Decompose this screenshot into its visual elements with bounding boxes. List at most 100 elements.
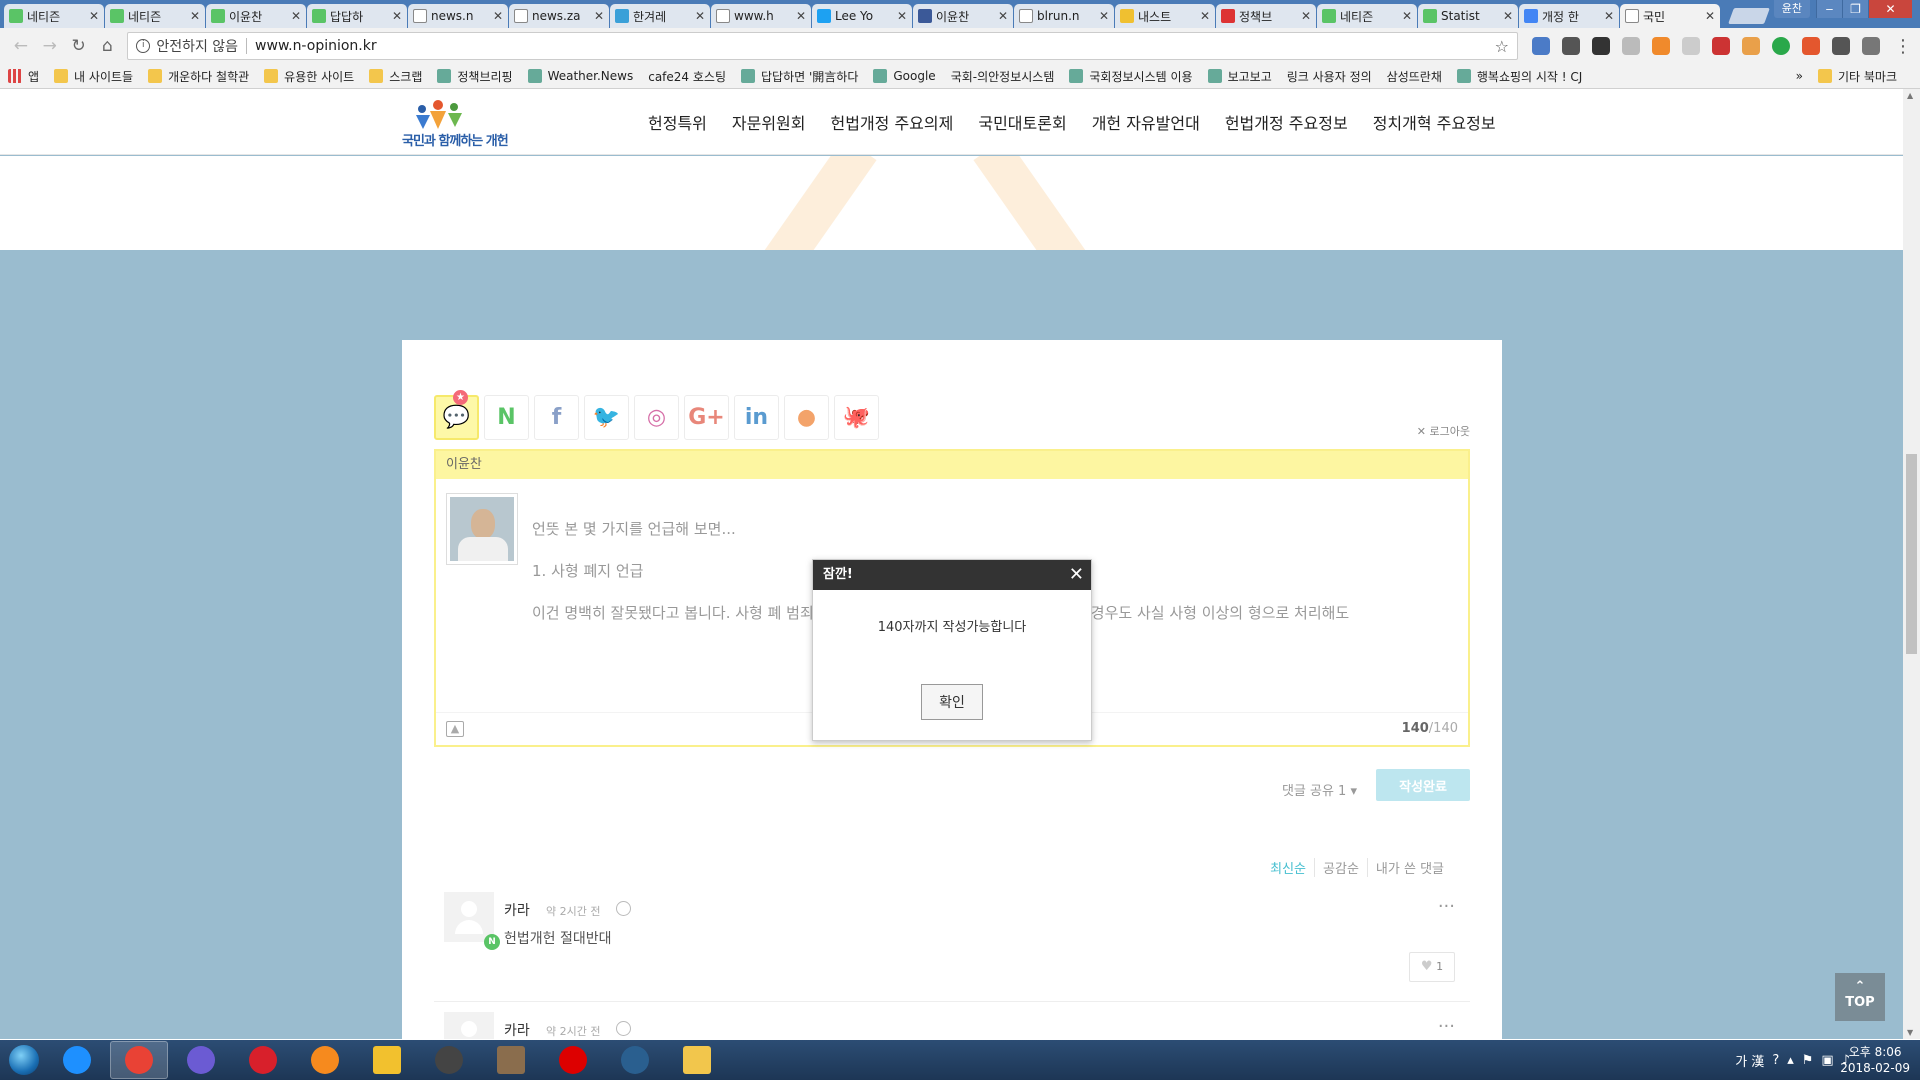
browser-tab[interactable]: 내스트 ✕ — [1115, 4, 1215, 28]
close-icon[interactable]: ✕ — [1604, 9, 1614, 23]
bookmark-item[interactable]: 내 사이트들 — [54, 68, 133, 85]
github-login-button[interactable]: 🐙 — [834, 395, 879, 440]
address-bar[interactable]: i 안전하지 않음 www.n-opinion.kr ☆ — [127, 32, 1519, 60]
sort-likes[interactable]: 공감순 — [1314, 858, 1367, 877]
browser-tab[interactable]: news.za ✕ — [509, 4, 609, 28]
minimize-icon[interactable]: ‒ — [1816, 0, 1842, 18]
extension-icon[interactable] — [1532, 37, 1551, 55]
close-icon[interactable]: ✕ — [1705, 9, 1715, 23]
close-icon[interactable]: ✕ — [998, 9, 1008, 23]
browser-tab[interactable]: 정책브 ✕ — [1216, 4, 1316, 28]
sort-mine[interactable]: 내가 쓴 댓글 — [1366, 858, 1452, 877]
other-bookmarks[interactable]: 기타 북마크 — [1817, 68, 1897, 85]
maximize-icon[interactable]: ❐ — [1842, 0, 1868, 18]
instagram-login-button[interactable]: ◎ — [634, 395, 679, 440]
scroll-top-button[interactable]: ⌃ TOP — [1835, 973, 1885, 1021]
close-icon[interactable]: ✕ — [1099, 9, 1109, 23]
linkedin-login-button[interactable]: in — [734, 395, 779, 440]
extension-icon[interactable] — [1802, 37, 1821, 55]
browser-tab[interactable]: 이윤찬 ✕ — [206, 4, 306, 28]
new-tab-button[interactable] — [1728, 8, 1770, 24]
close-icon[interactable]: ✕ — [89, 9, 99, 23]
url-text[interactable]: www.n-opinion.kr — [255, 38, 1495, 54]
naver-login-button[interactable]: N — [484, 395, 529, 440]
extension-icon[interactable] — [1742, 37, 1761, 55]
nav-item[interactable]: 자문위원회 — [732, 110, 806, 134]
nav-item[interactable]: 헌법개정 주요정보 — [1225, 110, 1348, 134]
browser-tab[interactable]: 국민 ✕ — [1620, 4, 1720, 28]
book-taskbar-button[interactable] — [482, 1041, 540, 1079]
start-button[interactable] — [0, 1040, 48, 1080]
close-icon[interactable]: ✕ — [1301, 9, 1311, 23]
bookmark-item[interactable]: 개운하다 철학관 — [148, 68, 249, 85]
extension-icon[interactable] — [1562, 37, 1581, 55]
bookmark-item[interactable]: 스크랩 — [369, 68, 422, 85]
dove-taskbar-button[interactable] — [606, 1041, 664, 1079]
google-plus-login-button[interactable]: G+ — [684, 395, 729, 440]
close-icon[interactable]: ✕ — [190, 9, 200, 23]
scrollbar-thumb[interactable] — [1906, 454, 1917, 654]
nav-item[interactable]: 헌정특위 — [648, 110, 707, 134]
kakao-login-button[interactable]: ● — [784, 395, 829, 440]
talk-login-button[interactable]: 💬 ★ — [434, 390, 479, 440]
s-app-taskbar-button[interactable] — [172, 1041, 230, 1079]
close-icon[interactable]: ✕ — [1200, 9, 1210, 23]
close-icon[interactable]: ✕ — [695, 9, 705, 23]
menu-icon[interactable]: ⋮ — [1894, 36, 1912, 57]
browser-tab[interactable]: 이윤찬 ✕ — [913, 4, 1013, 28]
network-icon[interactable]: ▣ — [1821, 1053, 1833, 1068]
ok-button[interactable]: 확인 — [921, 684, 983, 720]
bookmark-item[interactable]: 행복쇼핑의 시작 ! CJ — [1456, 68, 1582, 85]
bookmark-item[interactable]: 국회정보시스템 이용 — [1069, 68, 1193, 85]
close-window-icon[interactable]: ✕ — [1868, 0, 1912, 18]
share-dropdown[interactable]: 댓글 공유 1 ▾ — [1282, 780, 1357, 799]
bookmark-item[interactable]: cafe24 호스팅 — [648, 68, 726, 85]
close-icon[interactable]: ✕ — [1503, 9, 1513, 23]
browser-tab[interactable]: 네티즌 ✕ — [1317, 4, 1417, 28]
close-icon[interactable]: ✕ — [291, 9, 301, 23]
close-icon[interactable]: ✕ — [392, 9, 402, 23]
close-icon[interactable]: ✕ — [493, 9, 503, 23]
home-icon[interactable]: ⌂ — [94, 33, 120, 59]
tray-arrow-icon[interactable]: ▴ — [1787, 1053, 1794, 1068]
close-icon[interactable]: ✕ — [1069, 563, 1084, 587]
info-icon[interactable]: i — [136, 39, 151, 53]
tool-taskbar-button[interactable] — [358, 1041, 416, 1079]
close-icon[interactable]: ✕ — [796, 9, 806, 23]
nav-item[interactable]: 헌법개정 주요의제 — [831, 110, 954, 134]
clock[interactable]: 오후 8:06 2018-02-09 — [1840, 1044, 1910, 1076]
sort-latest[interactable]: 최신순 — [1262, 858, 1314, 877]
more-bookmarks-icon[interactable]: » — [1796, 69, 1803, 83]
more-icon[interactable]: ··· — [1438, 1016, 1455, 1037]
record-taskbar-button[interactable] — [544, 1041, 602, 1079]
nav-item[interactable]: 정치개혁 주요정보 — [1373, 110, 1496, 134]
more-icon[interactable]: ··· — [1438, 896, 1455, 917]
extension-icon[interactable] — [1682, 37, 1701, 55]
explorer-taskbar-button[interactable] — [668, 1041, 726, 1079]
bookmark-item[interactable]: Weather.News — [527, 69, 633, 83]
browser-tab[interactable]: 네티즌 ✕ — [105, 4, 205, 28]
nav-item[interactable]: 국민대토론회 — [978, 110, 1066, 134]
browser-tab[interactable]: news.n ✕ — [408, 4, 508, 28]
extension-icon[interactable] — [1592, 37, 1611, 55]
bookmark-item[interactable]: 보고보고 — [1207, 68, 1272, 85]
bookmark-item[interactable]: 유용한 사이트 — [264, 68, 354, 85]
back-icon[interactable]: ← — [8, 33, 34, 59]
reload-icon[interactable]: ↻ — [66, 33, 92, 59]
bot-taskbar-button[interactable] — [420, 1041, 478, 1079]
chrome-taskbar-button[interactable] — [110, 1041, 168, 1079]
close-icon[interactable]: ✕ — [594, 9, 604, 23]
browser-tab[interactable]: 네티즌 ✕ — [4, 4, 104, 28]
flag-icon[interactable]: ⚑ — [1802, 1053, 1814, 1068]
like-button[interactable]: ♥ 1 — [1409, 952, 1455, 982]
bookmark-item[interactable]: 답답하면 '開言하다 — [741, 68, 858, 85]
bookmark-item[interactable]: 정책브리핑 — [437, 68, 513, 85]
nav-item[interactable]: 개헌 자유발언대 — [1092, 110, 1200, 134]
ie-taskbar-button[interactable] — [48, 1041, 106, 1079]
facebook-login-button[interactable]: f — [534, 395, 579, 440]
extension-icon[interactable] — [1862, 37, 1881, 55]
scroll-up-icon[interactable]: ▲ — [1907, 91, 1913, 100]
browser-tab[interactable]: Statist ✕ — [1418, 4, 1518, 28]
ime-indicator[interactable]: 가 漢 — [1735, 1051, 1764, 1070]
page-scrollbar[interactable]: ▲ ▼ — [1903, 89, 1920, 1039]
